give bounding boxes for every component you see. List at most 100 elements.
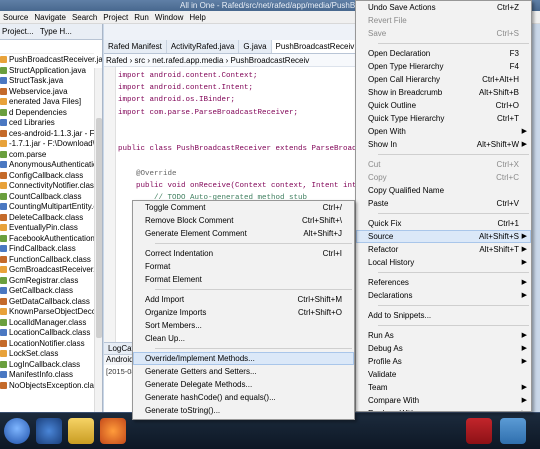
tree-item[interactable]: LockSet.class [0,349,95,360]
editor-tab-g-java[interactable]: G.java [239,40,272,53]
tree-item[interactable]: LocationNotifier.class [0,339,95,350]
menu-item-open-declaration[interactable]: Open Declaration F3 [356,47,531,60]
menu-project[interactable]: Project [100,11,131,23]
menu-help[interactable]: Help [186,11,208,23]
tab-project-explorer[interactable]: Project... [0,24,36,39]
menu-window[interactable]: Window [152,11,186,23]
breadcrumb-item[interactable]: net.rafed.app.media [152,56,223,65]
menu-item-generate-getters-and-setters[interactable]: Generate Getters and Setters... [133,365,354,378]
tree-item[interactable]: LogInCallback.class [0,360,95,371]
start-button-icon[interactable] [4,418,30,444]
menu-item-toggle-comment[interactable]: Toggle Comment Ctrl+/ [133,201,354,214]
menu-item-show-in[interactable]: Show In Alt+Shift+W ▶ [356,138,531,151]
breadcrumb-item[interactable]: Rafed [106,56,127,65]
tree-item[interactable]: FunctionCallback.class [0,255,95,266]
tree-item[interactable]: d Dependencies [0,108,95,119]
tree-item[interactable]: StructTask.java [0,76,95,87]
menu-item-debug-as[interactable]: Debug As ▶ [356,342,531,355]
menu-item-open-call-hierarchy[interactable]: Open Call Hierarchy Ctrl+Alt+H [356,73,531,86]
menu-item-validate[interactable]: Validate [356,368,531,381]
menu-item-cut[interactable]: Cut Ctrl+X [356,158,531,171]
menu-item-quick-fix[interactable]: Quick Fix Ctrl+1 [356,217,531,230]
menu-item-profile-as[interactable]: Profile As ▶ [356,355,531,368]
tree-item[interactable]: ced Libraries [0,118,95,129]
editor-tab-activityrafed-java[interactable]: ActivityRafed.java [167,40,240,53]
tree-item[interactable]: CountingMultipartEntity.c [0,202,97,213]
tree-item[interactable]: ces-android-1.1.3.jar - F:\Down [0,129,102,140]
menu-item-generate-tostring[interactable]: Generate toString()... [133,404,354,417]
editor-tab-rafed-manifest[interactable]: Rafed Manifest [104,40,167,53]
tree-item[interactable]: LocationCallback.class [0,328,95,339]
menu-item-add-import[interactable]: Add Import Ctrl+Shift+M [133,293,354,306]
tree-item[interactable]: ConfigCallback.class [0,171,95,182]
folder-icon[interactable] [68,418,94,444]
menu-item-organize-imports[interactable]: Organize Imports Ctrl+Shift+O [133,306,354,319]
tree-item[interactable]: ConnectivityNotifier.class [0,181,98,192]
menu-item-references[interactable]: References ▶ [356,276,531,289]
menu-item-save[interactable]: Save Ctrl+S [356,27,531,40]
tree-item[interactable]: FacebookAuthenticationP [0,234,100,245]
tree-item[interactable]: GetDataCallback.class [0,297,95,308]
menu-item-compare-with[interactable]: Compare With ▶ [356,394,531,407]
tab-type-hierarchy[interactable]: Type H... [38,24,74,39]
menu-item-remove-block-comment[interactable]: Remove Block Comment Ctrl+Shift+\ [133,214,354,227]
menu-item-replace-with[interactable]: Replace With ▶ [356,407,531,411]
explorer-scrollbar[interactable] [94,68,102,412]
menu-item-open-type-hierarchy[interactable]: Open Type Hierarchy F4 [356,60,531,73]
tree-item[interactable]: com.parse [0,150,95,161]
menu-item-generate-hashcode-and-equals[interactable]: Generate hashCode() and equals()... [133,391,354,404]
editor-tab-pushbroadcastreceiv[interactable]: PushBroadcastReceiv [271,40,356,53]
menu-item-sort-members[interactable]: Sort Members... [133,319,354,332]
menu-item-override-implement-methods[interactable]: Override/Implement Methods... [133,352,354,365]
app-icon[interactable] [500,418,526,444]
tree-item[interactable]: GcmRegistrar.class [0,276,95,287]
tree-item[interactable]: DeleteCallback.class [0,213,95,224]
menu-item-quick-outline[interactable]: Quick Outline Ctrl+O [356,99,531,112]
menu-item-format[interactable]: Format [133,260,354,273]
tree-item[interactable]: NoObjectsException.class [0,381,102,392]
menu-item-generate-element-comment[interactable]: Generate Element Comment Alt+Shift+J [133,227,354,240]
tree-item[interactable]: KnownParseObjectDecod [0,307,101,318]
menu-source[interactable]: Source [0,11,31,23]
menu-item-quick-type-hierarchy[interactable]: Quick Type Hierarchy Ctrl+T [356,112,531,125]
tree-item[interactable]: StructApplication.java [0,66,95,77]
filezilla-icon[interactable] [466,418,492,444]
tree-item[interactable]: CountCallback.class [0,192,95,203]
menu-navigate[interactable]: Navigate [31,11,69,23]
scrollbar-thumb[interactable] [96,118,102,338]
menu-item-copy-qualified-name[interactable]: Copy Qualified Name [356,184,531,197]
menu-item-add-to-snippets[interactable]: Add to Snippets... [356,309,531,322]
firefox-icon[interactable] [100,418,126,444]
menu-item-copy[interactable]: Copy Ctrl+C [356,171,531,184]
menu-item-generate-constructor-using-fields[interactable]: Generate Constructor using Fields... [133,417,354,419]
menu-run[interactable]: Run [131,11,152,23]
tree-item[interactable]: Webservice.java [0,87,95,98]
menu-item-team[interactable]: Team ▶ [356,381,531,394]
tree-item[interactable]: -1.7.1.jar - F:\Download\An [0,139,102,150]
menu-item-paste[interactable]: Paste Ctrl+V [356,197,531,210]
tree-item[interactable]: EventuallyPin.class [0,223,95,234]
tree-item[interactable]: enerated Java Files] [0,97,95,108]
menu-item-open-with[interactable]: Open With ▶ [356,125,531,138]
menu-item-source[interactable]: Source Alt+Shift+S ▶ [356,230,531,243]
menu-item-show-in-breadcrumb[interactable]: Show in Breadcrumb Alt+Shift+B [356,86,531,99]
menu-item-refactor[interactable]: Refactor Alt+Shift+T ▶ [356,243,531,256]
tree-item[interactable]: GcmBroadcastReceiver.cl [0,265,101,276]
menu-item-undo-save-actions[interactable]: Undo Save Actions Ctrl+Z [356,1,531,14]
menu-item-revert-file[interactable]: Revert File [356,14,531,27]
tree-item[interactable]: PushBroadcastReceiver.java [0,55,102,66]
menu-item-run-as[interactable]: Run As ▶ [356,329,531,342]
menu-item-clean-up[interactable]: Clean Up... [133,332,354,345]
menu-item-format-element[interactable]: Format Element [133,273,354,286]
menu-item-generate-delegate-methods[interactable]: Generate Delegate Methods... [133,378,354,391]
menu-item-declarations[interactable]: Declarations ▶ [356,289,531,302]
tree-item[interactable]: GetCallback.class [0,286,95,297]
menu-item-correct-indentation[interactable]: Correct Indentation Ctrl+I [133,247,354,260]
eclipse-icon[interactable] [36,418,62,444]
menu-item-local-history[interactable]: Local History ▶ [356,256,531,269]
tree-item[interactable]: ManifestInfo.class [0,370,95,381]
breadcrumb-item[interactable]: PushBroadcastReceiv [231,56,310,65]
tree-item[interactable]: AnonymousAuthenticatio [0,160,98,171]
tree-item[interactable]: LocalIdManager.class [0,318,95,329]
breadcrumb-item[interactable]: src [134,56,145,65]
